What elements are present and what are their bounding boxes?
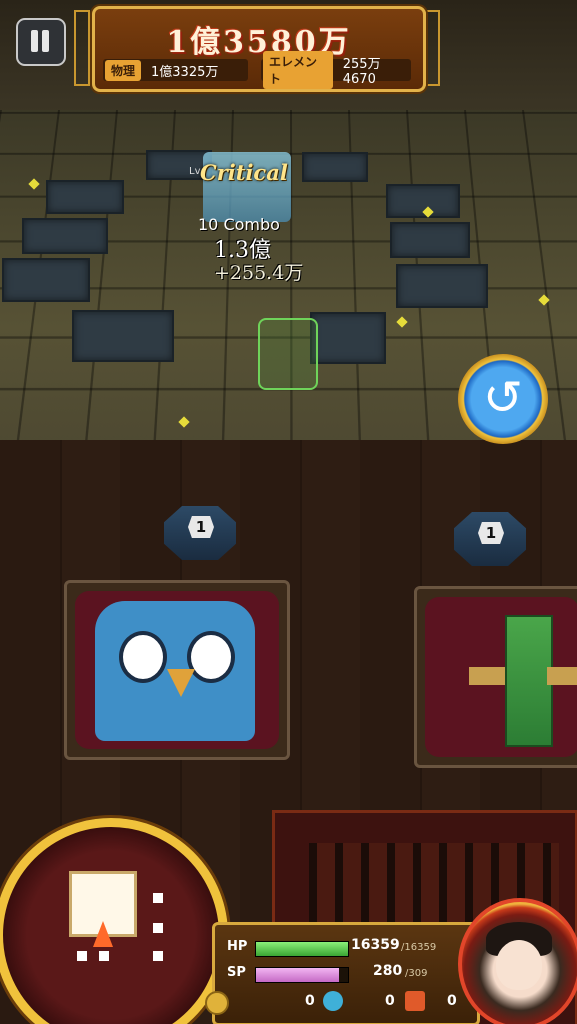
physical-value: 1億3325万: [151, 61, 218, 80]
marker-number: 1: [188, 516, 214, 538]
character-portrait[interactable]: [458, 898, 577, 1024]
hp-bar-fill: [256, 942, 348, 956]
water-drop-icon: [323, 991, 343, 1011]
floor-tile: [2, 258, 90, 302]
marker-number: 1: [478, 522, 504, 544]
card-art: [75, 591, 279, 749]
status-panel: HP 16359 /16359 SP 280 /309 0 0 0: [212, 922, 480, 1024]
hp-max: /16359: [401, 942, 436, 953]
minimap-door: [153, 951, 163, 961]
element-value: 255万4670: [343, 53, 411, 87]
damage-panel: 1億3580万 物理 1億3325万 エレメント 255万4670: [92, 6, 426, 92]
totem-arm: [469, 667, 505, 685]
drop-count: 0: [385, 993, 395, 1009]
owl-beak: [167, 669, 195, 697]
minimap-door: [99, 951, 109, 961]
physical-label: 物理: [105, 60, 141, 81]
floor-tile: [22, 218, 108, 254]
rotate-icon: ↺: [458, 370, 548, 426]
hp-current: 16359: [351, 937, 400, 953]
floor-tile: [390, 222, 470, 258]
element-row: エレメント 255万4670: [261, 59, 411, 81]
minimap-door: [153, 923, 163, 933]
chest-count: 0: [447, 993, 457, 1009]
gold-coin-icon: [205, 991, 229, 1015]
sp-current: 280: [373, 963, 402, 979]
sp-label: SP: [227, 965, 246, 980]
gold-count: 0: [305, 993, 315, 1009]
panel-corner-right: [424, 10, 440, 86]
floor-tile: [46, 180, 124, 214]
floor-tile: [310, 312, 386, 364]
sp-bar-fill: [256, 968, 339, 982]
floor-tile: [72, 310, 174, 362]
treasure-chest-icon: [405, 991, 425, 1011]
owl-eye: [187, 631, 235, 683]
player-character: [258, 318, 318, 390]
sp-bar: [255, 967, 349, 983]
floor-tile: [396, 264, 488, 308]
physical-row: 物理 1億3325万: [103, 59, 248, 81]
pause-button[interactable]: [16, 18, 66, 66]
level-label: Lv: [189, 166, 201, 177]
critical-text: Critical: [200, 160, 288, 185]
floor-marker: 1: [454, 512, 526, 566]
enemy-card-owl: [64, 580, 290, 760]
floor-tile: [302, 152, 368, 182]
game-screen: 1億3580万 物理 1億3325万 エレメント 255万4670 Lv Cri…: [0, 0, 577, 1024]
minimap-player-icon: [93, 921, 113, 947]
sp-max: /309: [405, 968, 427, 979]
card-art: [425, 597, 577, 757]
hp-label: HP: [227, 939, 247, 954]
element-label: エレメント: [263, 51, 333, 89]
owl-eye: [119, 631, 167, 683]
panel-corner-left: [74, 10, 90, 86]
hp-bar: [255, 941, 349, 957]
portrait-face: [496, 940, 542, 990]
minimap-door: [77, 951, 87, 961]
totem-figure: [505, 615, 553, 747]
minimap-door: [153, 893, 163, 903]
owl-figure: [95, 601, 255, 741]
rotate-camera-button[interactable]: ↺: [458, 354, 548, 444]
element-damage-number: +255.4万: [214, 258, 303, 285]
totem-arm: [547, 667, 577, 685]
floor-marker: 1: [164, 506, 236, 560]
enemy-card-totem: [414, 586, 577, 768]
